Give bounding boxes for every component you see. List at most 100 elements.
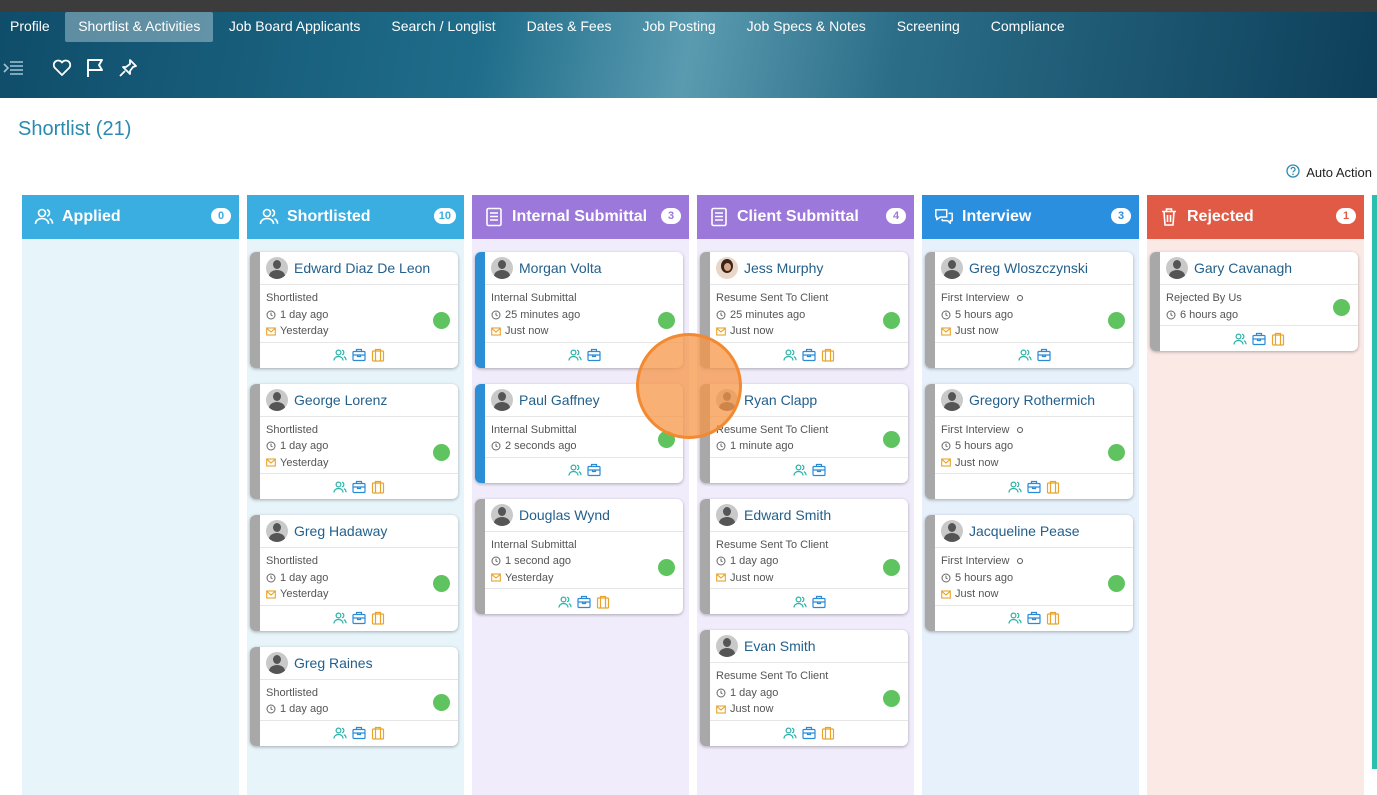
candidate-name-link[interactable]: Douglas Wynd bbox=[519, 507, 610, 523]
column-header[interactable]: Rejected 1 bbox=[1147, 195, 1364, 239]
candidate-card[interactable]: George Lorenz Shortlisted 1 day ago Yesterd… bbox=[250, 383, 458, 499]
briefcase-action-icon[interactable] bbox=[811, 463, 826, 477]
users-action-icon[interactable] bbox=[558, 595, 572, 609]
candidate-name-link[interactable]: Edward Diaz De Leon bbox=[294, 260, 430, 276]
users-action-icon[interactable] bbox=[783, 726, 797, 740]
candidate-card[interactable]: Edward Diaz De Leon Shortlisted 1 day ago Y… bbox=[250, 252, 458, 368]
clipboard-action-icon[interactable] bbox=[371, 726, 385, 740]
candidate-name-link[interactable]: Greg Hadaway bbox=[294, 523, 387, 539]
candidate-card[interactable]: Morgan Volta Internal Submittal 25 minutes… bbox=[475, 252, 683, 368]
briefcase-action-icon[interactable] bbox=[1036, 348, 1051, 362]
clipboard-action-icon[interactable] bbox=[371, 480, 385, 494]
auto-action-button[interactable]: Auto Action bbox=[1286, 164, 1372, 181]
clipboard-action-icon[interactable] bbox=[821, 726, 835, 740]
briefcase-action-icon[interactable] bbox=[1027, 611, 1041, 625]
clipboard-action-icon[interactable] bbox=[596, 595, 610, 609]
tab-job-specs-notes[interactable]: Job Specs & Notes bbox=[731, 12, 881, 42]
candidate-card[interactable]: Paul Gaffney Internal Submittal 2 seconds … bbox=[475, 383, 683, 483]
briefcase-action-icon[interactable] bbox=[802, 348, 816, 362]
tab-screening[interactable]: Screening bbox=[881, 12, 975, 42]
candidate-card[interactable]: Jess Murphy Resume Sent To Client 25 minut… bbox=[700, 252, 908, 368]
column-header[interactable]: Internal Submittal 3 bbox=[472, 195, 689, 239]
users-action-icon[interactable] bbox=[333, 726, 347, 740]
clock-icon bbox=[491, 441, 501, 451]
clipboard-action-icon[interactable] bbox=[1271, 332, 1285, 346]
candidate-card[interactable]: Evan Smith Resume Sent To Client 1 day ago… bbox=[700, 630, 908, 746]
flag-icon[interactable] bbox=[83, 56, 107, 80]
column-header[interactable]: Client Submittal 4 bbox=[697, 195, 914, 239]
briefcase-action-icon[interactable] bbox=[352, 726, 366, 740]
menu-indent-icon[interactable] bbox=[2, 56, 26, 80]
candidate-card[interactable]: Ryan Clapp Resume Sent To Client 1 minute … bbox=[700, 383, 908, 483]
mail-line: Just now bbox=[716, 323, 908, 340]
heart-icon[interactable] bbox=[50, 56, 74, 80]
candidate-name-link[interactable]: Greg Wloszczynski bbox=[969, 260, 1088, 276]
users-action-icon[interactable] bbox=[567, 463, 582, 477]
users-action-icon[interactable] bbox=[783, 348, 797, 362]
candidate-name-link[interactable]: Gary Cavanagh bbox=[1194, 260, 1292, 276]
candidate-card[interactable]: Greg Wloszczynski First Interview 5 hours … bbox=[925, 252, 1133, 368]
briefcase-action-icon[interactable] bbox=[811, 595, 826, 609]
briefcase-action-icon[interactable] bbox=[802, 726, 816, 740]
candidate-card[interactable]: Gregory Rothermich First Interview 5 hours… bbox=[925, 383, 1133, 499]
users-action-icon[interactable] bbox=[333, 611, 347, 625]
briefcase-action-icon[interactable] bbox=[1252, 332, 1266, 346]
clipboard-action-icon[interactable] bbox=[1046, 480, 1060, 494]
clipboard-action-icon[interactable] bbox=[1046, 611, 1060, 625]
column-header[interactable]: Applied 0 bbox=[22, 195, 239, 239]
tab-shortlist-activities[interactable]: Shortlist & Activities bbox=[65, 12, 214, 42]
card-actions bbox=[935, 341, 1133, 368]
column-header[interactable]: Shortlisted 10 bbox=[247, 195, 464, 239]
users-action-icon[interactable] bbox=[1008, 611, 1022, 625]
mail-line: Just now bbox=[941, 455, 1133, 472]
users-action-icon[interactable] bbox=[792, 595, 807, 609]
clipboard-action-icon[interactable] bbox=[371, 611, 385, 625]
users-action-icon[interactable] bbox=[1008, 480, 1022, 494]
briefcase-action-icon[interactable] bbox=[586, 348, 601, 362]
tab-search-longlist[interactable]: Search / Longlist bbox=[376, 12, 511, 42]
tab-compliance[interactable]: Compliance bbox=[975, 12, 1080, 42]
candidate-card[interactable]: Jacqueline Pease First Interview 5 hours a… bbox=[925, 515, 1133, 631]
users-action-icon[interactable] bbox=[1017, 348, 1032, 362]
mail-line: Just now bbox=[941, 323, 1133, 340]
briefcase-action-icon[interactable] bbox=[352, 480, 366, 494]
candidate-card[interactable]: Douglas Wynd Internal Submittal 1 second a… bbox=[475, 498, 683, 614]
briefcase-action-icon[interactable] bbox=[577, 595, 591, 609]
candidate-card[interactable]: Gary Cavanagh Rejected By Us 6 hours ago bbox=[1150, 252, 1358, 351]
column-header[interactable]: Interview 3 bbox=[922, 195, 1139, 239]
candidate-name-link[interactable]: George Lorenz bbox=[294, 392, 387, 408]
tab-job-board-applicants[interactable]: Job Board Applicants bbox=[213, 12, 376, 42]
briefcase-action-icon[interactable] bbox=[586, 463, 601, 477]
candidate-name-link[interactable]: Greg Raines bbox=[294, 655, 373, 671]
briefcase-action-icon[interactable] bbox=[352, 611, 366, 625]
avatar bbox=[266, 388, 288, 411]
time-line: 25 minutes ago bbox=[491, 307, 683, 324]
candidate-name-link[interactable]: Evan Smith bbox=[744, 638, 816, 654]
candidate-name-link[interactable]: Ryan Clapp bbox=[744, 392, 817, 408]
candidate-name-link[interactable]: Jess Murphy bbox=[744, 260, 823, 276]
briefcase-action-icon[interactable] bbox=[1027, 480, 1041, 494]
time-line: 1 day ago bbox=[716, 553, 908, 570]
users-action-icon[interactable] bbox=[567, 348, 582, 362]
users-action-icon[interactable] bbox=[1233, 332, 1247, 346]
tab-profile[interactable]: Profile bbox=[0, 12, 65, 42]
clipboard-action-icon[interactable] bbox=[821, 348, 835, 362]
status-indicator bbox=[883, 312, 900, 329]
candidate-card[interactable]: Edward Smith Resume Sent To Client 1 day a… bbox=[700, 498, 908, 614]
candidate-name-link[interactable]: Gregory Rothermich bbox=[969, 392, 1095, 408]
candidate-name-link[interactable]: Jacqueline Pease bbox=[969, 523, 1080, 539]
users-action-icon[interactable] bbox=[792, 463, 807, 477]
candidate-card[interactable]: Greg Hadaway Shortlisted 1 day ago Yesterda… bbox=[250, 515, 458, 631]
briefcase-action-icon[interactable] bbox=[352, 348, 366, 362]
candidate-card[interactable]: Greg Raines Shortlisted 1 day ago bbox=[250, 646, 458, 746]
tab-dates-fees[interactable]: Dates & Fees bbox=[511, 12, 627, 42]
candidate-name-link[interactable]: Morgan Volta bbox=[519, 260, 602, 276]
tab-job-posting[interactable]: Job Posting bbox=[627, 12, 731, 42]
users-action-icon[interactable] bbox=[333, 348, 347, 362]
candidate-name-link[interactable]: Paul Gaffney bbox=[519, 392, 600, 408]
time-text: 1 minute ago bbox=[730, 440, 794, 453]
pin-icon[interactable] bbox=[116, 56, 140, 80]
clipboard-action-icon[interactable] bbox=[371, 348, 385, 362]
users-action-icon[interactable] bbox=[333, 480, 347, 494]
candidate-name-link[interactable]: Edward Smith bbox=[744, 507, 831, 523]
